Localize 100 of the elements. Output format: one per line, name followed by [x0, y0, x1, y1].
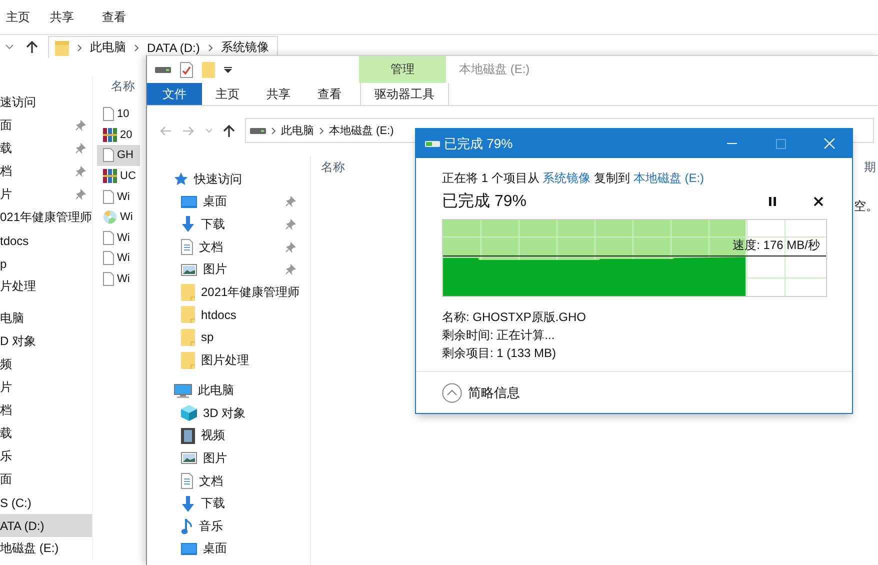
- file-row[interactable]: UC: [97, 166, 140, 186]
- nav-item[interactable]: 档: [0, 399, 92, 422]
- column-header[interactable]: 名称: [321, 159, 345, 176]
- disc-icon: [103, 210, 117, 224]
- file-row[interactable]: GH: [97, 145, 140, 166]
- ribbon-tab[interactable]: 查看: [88, 8, 140, 26]
- drive-icon: [425, 140, 440, 148]
- pin-icon[interactable]: [75, 189, 86, 200]
- column-header[interactable]: 期: [864, 159, 876, 176]
- details-toggle[interactable]: 简略信息: [442, 382, 520, 402]
- nav-item[interactable]: 频: [0, 353, 92, 376]
- chevron-icon: [319, 126, 324, 134]
- nav-item[interactable]: p: [0, 252, 92, 275]
- properties-icon[interactable]: [180, 62, 193, 78]
- nav-item[interactable]: 档: [0, 160, 92, 183]
- source-link[interactable]: 系统镜像: [542, 171, 591, 185]
- nav-item[interactable]: 下载: [147, 492, 310, 515]
- file-row[interactable]: Wi: [97, 248, 140, 269]
- breadcrumb[interactable]: 此电脑: [281, 123, 314, 138]
- document-icon: [103, 230, 114, 245]
- nav-item[interactable]: 快速访问: [147, 168, 310, 191]
- nav-item[interactable]: 载: [0, 137, 92, 160]
- nav-item[interactable]: 2021年健康管理师: [147, 280, 310, 304]
- nav-item[interactable]: 视频: [147, 424, 310, 448]
- nav-item[interactable]: 此电脑: [147, 379, 310, 402]
- nav-item[interactable]: sp: [147, 326, 310, 349]
- pin-icon[interactable]: [75, 166, 86, 177]
- nav-item[interactable]: 面: [0, 468, 92, 491]
- nav-item[interactable]: tdocs: [0, 229, 92, 252]
- forward-arrow-icon[interactable]: [182, 126, 195, 136]
- breadcrumb[interactable]: 本地磁盘 (E:): [329, 123, 394, 138]
- dropdown-icon[interactable]: [224, 66, 232, 72]
- speed-label: 速度: 176 MB/秒: [732, 237, 820, 254]
- detail-text: 名称: GHOSTXP原版.GHO: [442, 309, 588, 326]
- ribbon-tab[interactable]: 共享: [253, 83, 304, 105]
- pin-icon[interactable]: [285, 242, 296, 253]
- nav-item[interactable]: S (C:): [0, 491, 92, 514]
- nav-item[interactable]: htdocs: [147, 304, 310, 326]
- nav-item[interactable]: 下载: [147, 213, 310, 236]
- window-title: 本地磁盘 (E:): [458, 61, 530, 78]
- file-row[interactable]: Wi: [97, 268, 140, 290]
- nav-item[interactable]: 音乐: [147, 514, 310, 538]
- file-row[interactable]: Wi: [97, 186, 140, 207]
- ribbon-tab[interactable]: 查看: [304, 83, 355, 105]
- breadcrumb[interactable]: DATA (D:): [147, 40, 200, 54]
- music-note-icon: [181, 518, 193, 535]
- pin-icon[interactable]: [75, 143, 86, 154]
- target-link[interactable]: 本地磁盘 (E:): [633, 171, 704, 185]
- nav-item[interactable]: 面: [0, 114, 92, 137]
- nav-item[interactable]: 图片处理: [147, 348, 310, 372]
- chevron-icon: [271, 126, 276, 134]
- file-row[interactable]: Wi: [97, 206, 140, 228]
- nav-item[interactable]: 载: [0, 422, 92, 445]
- pin-icon[interactable]: [285, 218, 296, 230]
- nav-item[interactable]: 图片: [147, 258, 310, 281]
- archive-icon: [103, 169, 117, 184]
- breadcrumb[interactable]: 系统镜像: [220, 39, 269, 56]
- file-row[interactable]: 10: [97, 104, 140, 125]
- pin-icon[interactable]: [285, 264, 296, 276]
- empty-folder-message: 空。: [854, 198, 878, 215]
- nav-item[interactable]: 片: [0, 183, 92, 206]
- chevron-icon: [208, 44, 213, 52]
- nav-item[interactable]: 文档: [147, 470, 310, 492]
- chevron-icon: [134, 44, 139, 52]
- desktop-icon: [181, 542, 197, 555]
- nav-item[interactable]: 片处理: [0, 275, 92, 298]
- folder-icon: [181, 352, 195, 369]
- column-header[interactable]: 名称: [111, 78, 135, 94]
- drive-icon[interactable]: [155, 66, 171, 74]
- ribbon-tab[interactable]: 主页: [202, 83, 253, 105]
- nav-item[interactable]: 桌面: [147, 538, 310, 560]
- file-row[interactable]: 20: [97, 124, 140, 146]
- detail-text: 剩余项目: 1 (133 MB): [442, 345, 558, 362]
- drive-icon: [250, 126, 266, 134]
- archive-icon: [103, 128, 117, 142]
- file-row[interactable]: Wi: [97, 228, 140, 248]
- pin-icon[interactable]: [285, 196, 296, 208]
- ribbon-tab[interactable]: 文件: [147, 83, 202, 105]
- breadcrumb[interactable]: 此电脑: [90, 39, 126, 56]
- nav-item[interactable]: 桌面: [147, 190, 310, 214]
- ribbon-tab[interactable]: 主页: [0, 8, 36, 26]
- nav-item[interactable]: 3D 对象: [147, 402, 310, 425]
- ribbon-tab[interactable]: 驱动器工具: [360, 83, 449, 105]
- nav-item[interactable]: 021年健康管理师: [0, 206, 92, 229]
- nav-item[interactable]: 电脑: [0, 307, 92, 330]
- up-arrow-icon[interactable]: [223, 124, 235, 138]
- nav-item[interactable]: ATA (D:): [0, 514, 92, 537]
- document-icon: [103, 272, 114, 286]
- film-icon: [181, 428, 195, 444]
- pin-icon[interactable]: [75, 120, 86, 131]
- up-arrow-icon[interactable]: [26, 40, 38, 54]
- nav-item[interactable]: 片: [0, 376, 92, 399]
- ribbon-tab[interactable]: 共享: [36, 8, 88, 26]
- nav-item[interactable]: 速访问: [0, 91, 92, 114]
- nav-item[interactable]: 乐: [0, 445, 92, 468]
- back-arrow-icon[interactable]: [159, 126, 172, 136]
- nav-item[interactable]: D 对象: [0, 330, 92, 353]
- nav-item[interactable]: 地磁盘 (E:): [0, 537, 92, 560]
- nav-item[interactable]: 图片: [147, 447, 310, 470]
- nav-item[interactable]: 文档: [147, 236, 310, 258]
